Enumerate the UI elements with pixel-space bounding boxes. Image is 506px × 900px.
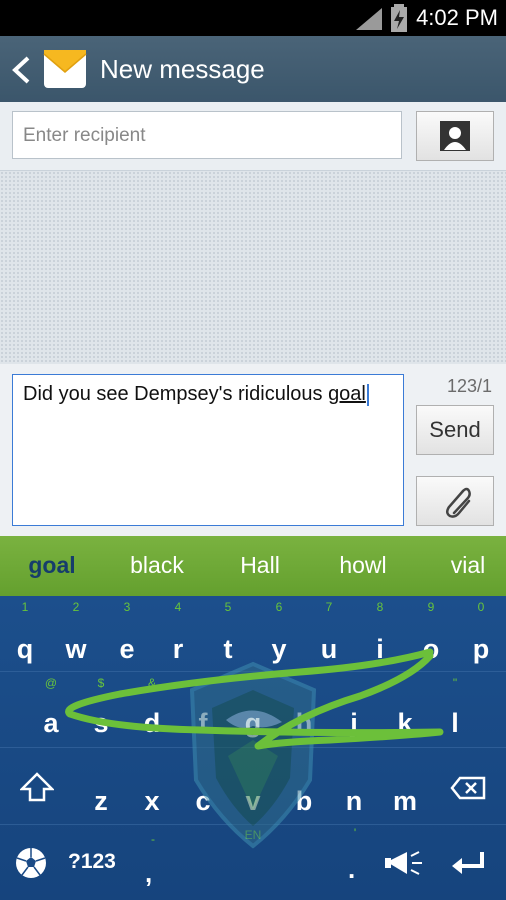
hint-amp: & — [147, 676, 156, 690]
key-comma[interactable]: , — [145, 858, 152, 889]
hint-7: 7 — [325, 600, 333, 614]
key-e[interactable]: e — [104, 634, 150, 665]
key-q[interactable]: q — [2, 634, 48, 665]
hint-8: 8 — [376, 600, 384, 614]
key-l[interactable]: l — [432, 708, 478, 739]
symbols-key[interactable]: ?123 — [68, 850, 116, 874]
messages-app-icon — [43, 50, 87, 88]
key-o[interactable]: o — [408, 634, 454, 665]
conversation-area — [0, 171, 506, 364]
current-word: goal — [328, 383, 366, 405]
key-m[interactable]: m — [382, 786, 428, 817]
key-z[interactable]: z — [78, 786, 124, 817]
status-bar: 4:02 PM — [0, 0, 506, 36]
hint-5: 5 — [224, 600, 232, 614]
back-chevron-icon[interactable] — [10, 56, 32, 84]
key-k[interactable]: k — [382, 708, 428, 739]
compose-area: Did you see Dempsey's ridiculous goal 12… — [0, 364, 506, 536]
hint-2: 2 — [72, 600, 80, 614]
hint-quote: " — [452, 676, 458, 690]
team-crest-watermark-icon — [189, 661, 317, 849]
key-j[interactable]: j — [331, 708, 377, 739]
hint-6: 6 — [275, 600, 283, 614]
soccer-ball-icon[interactable] — [14, 846, 48, 880]
enter-icon[interactable] — [450, 850, 486, 878]
attach-button[interactable] — [416, 476, 494, 526]
recipient-row: Enter recipient — [0, 102, 506, 171]
key-a[interactable]: a — [28, 708, 74, 739]
signal-icon — [356, 8, 382, 30]
backspace-icon[interactable] — [450, 776, 486, 800]
battery-charging-icon — [391, 4, 407, 32]
suggestion-4[interactable]: howl — [313, 552, 413, 579]
page-title: New message — [100, 54, 265, 84]
contact-icon — [440, 121, 470, 151]
message-text: Did you see Dempsey's ridiculous — [23, 383, 329, 405]
key-n[interactable]: n — [331, 786, 377, 817]
status-time: 4:02 PM — [416, 5, 498, 30]
suggestion-5[interactable]: vial — [418, 552, 506, 579]
key-x[interactable]: x — [129, 786, 175, 817]
suggestion-bar: goal black Hall howl vial — [0, 536, 506, 596]
action-bar: New message — [0, 36, 506, 102]
send-button[interactable]: Send — [416, 405, 494, 455]
suggestion-3[interactable]: Hall — [210, 552, 310, 579]
key-p[interactable]: p — [458, 634, 504, 665]
shift-icon[interactable] — [20, 772, 54, 802]
paperclip-icon — [446, 487, 471, 518]
megaphone-icon[interactable] — [383, 846, 425, 878]
hint-dash: - — [151, 832, 155, 846]
message-input[interactable]: Did you see Dempsey's ridiculous goal — [12, 374, 404, 526]
key-d[interactable]: d — [129, 708, 175, 739]
hint-4: 4 — [174, 600, 182, 614]
hint-9: 9 — [427, 600, 435, 614]
key-i[interactable]: i — [357, 634, 403, 665]
text-caret — [366, 383, 369, 406]
hint-3: 3 — [123, 600, 131, 614]
key-w[interactable]: w — [53, 634, 99, 665]
suggestion-1[interactable]: goal — [2, 552, 102, 579]
char-counter: 123/1 — [446, 376, 492, 396]
hint-apostrophe: ' — [353, 826, 357, 840]
hint-at: @ — [44, 676, 58, 690]
suggestion-2[interactable]: black — [107, 552, 207, 579]
contact-picker-button[interactable] — [416, 111, 494, 161]
hint-1: 1 — [21, 600, 29, 614]
key-period[interactable]: . — [348, 854, 355, 885]
recipient-input[interactable]: Enter recipient — [12, 111, 402, 159]
hint-dollar: $ — [97, 676, 105, 690]
hint-0: 0 — [477, 600, 485, 614]
key-s[interactable]: s — [78, 708, 124, 739]
